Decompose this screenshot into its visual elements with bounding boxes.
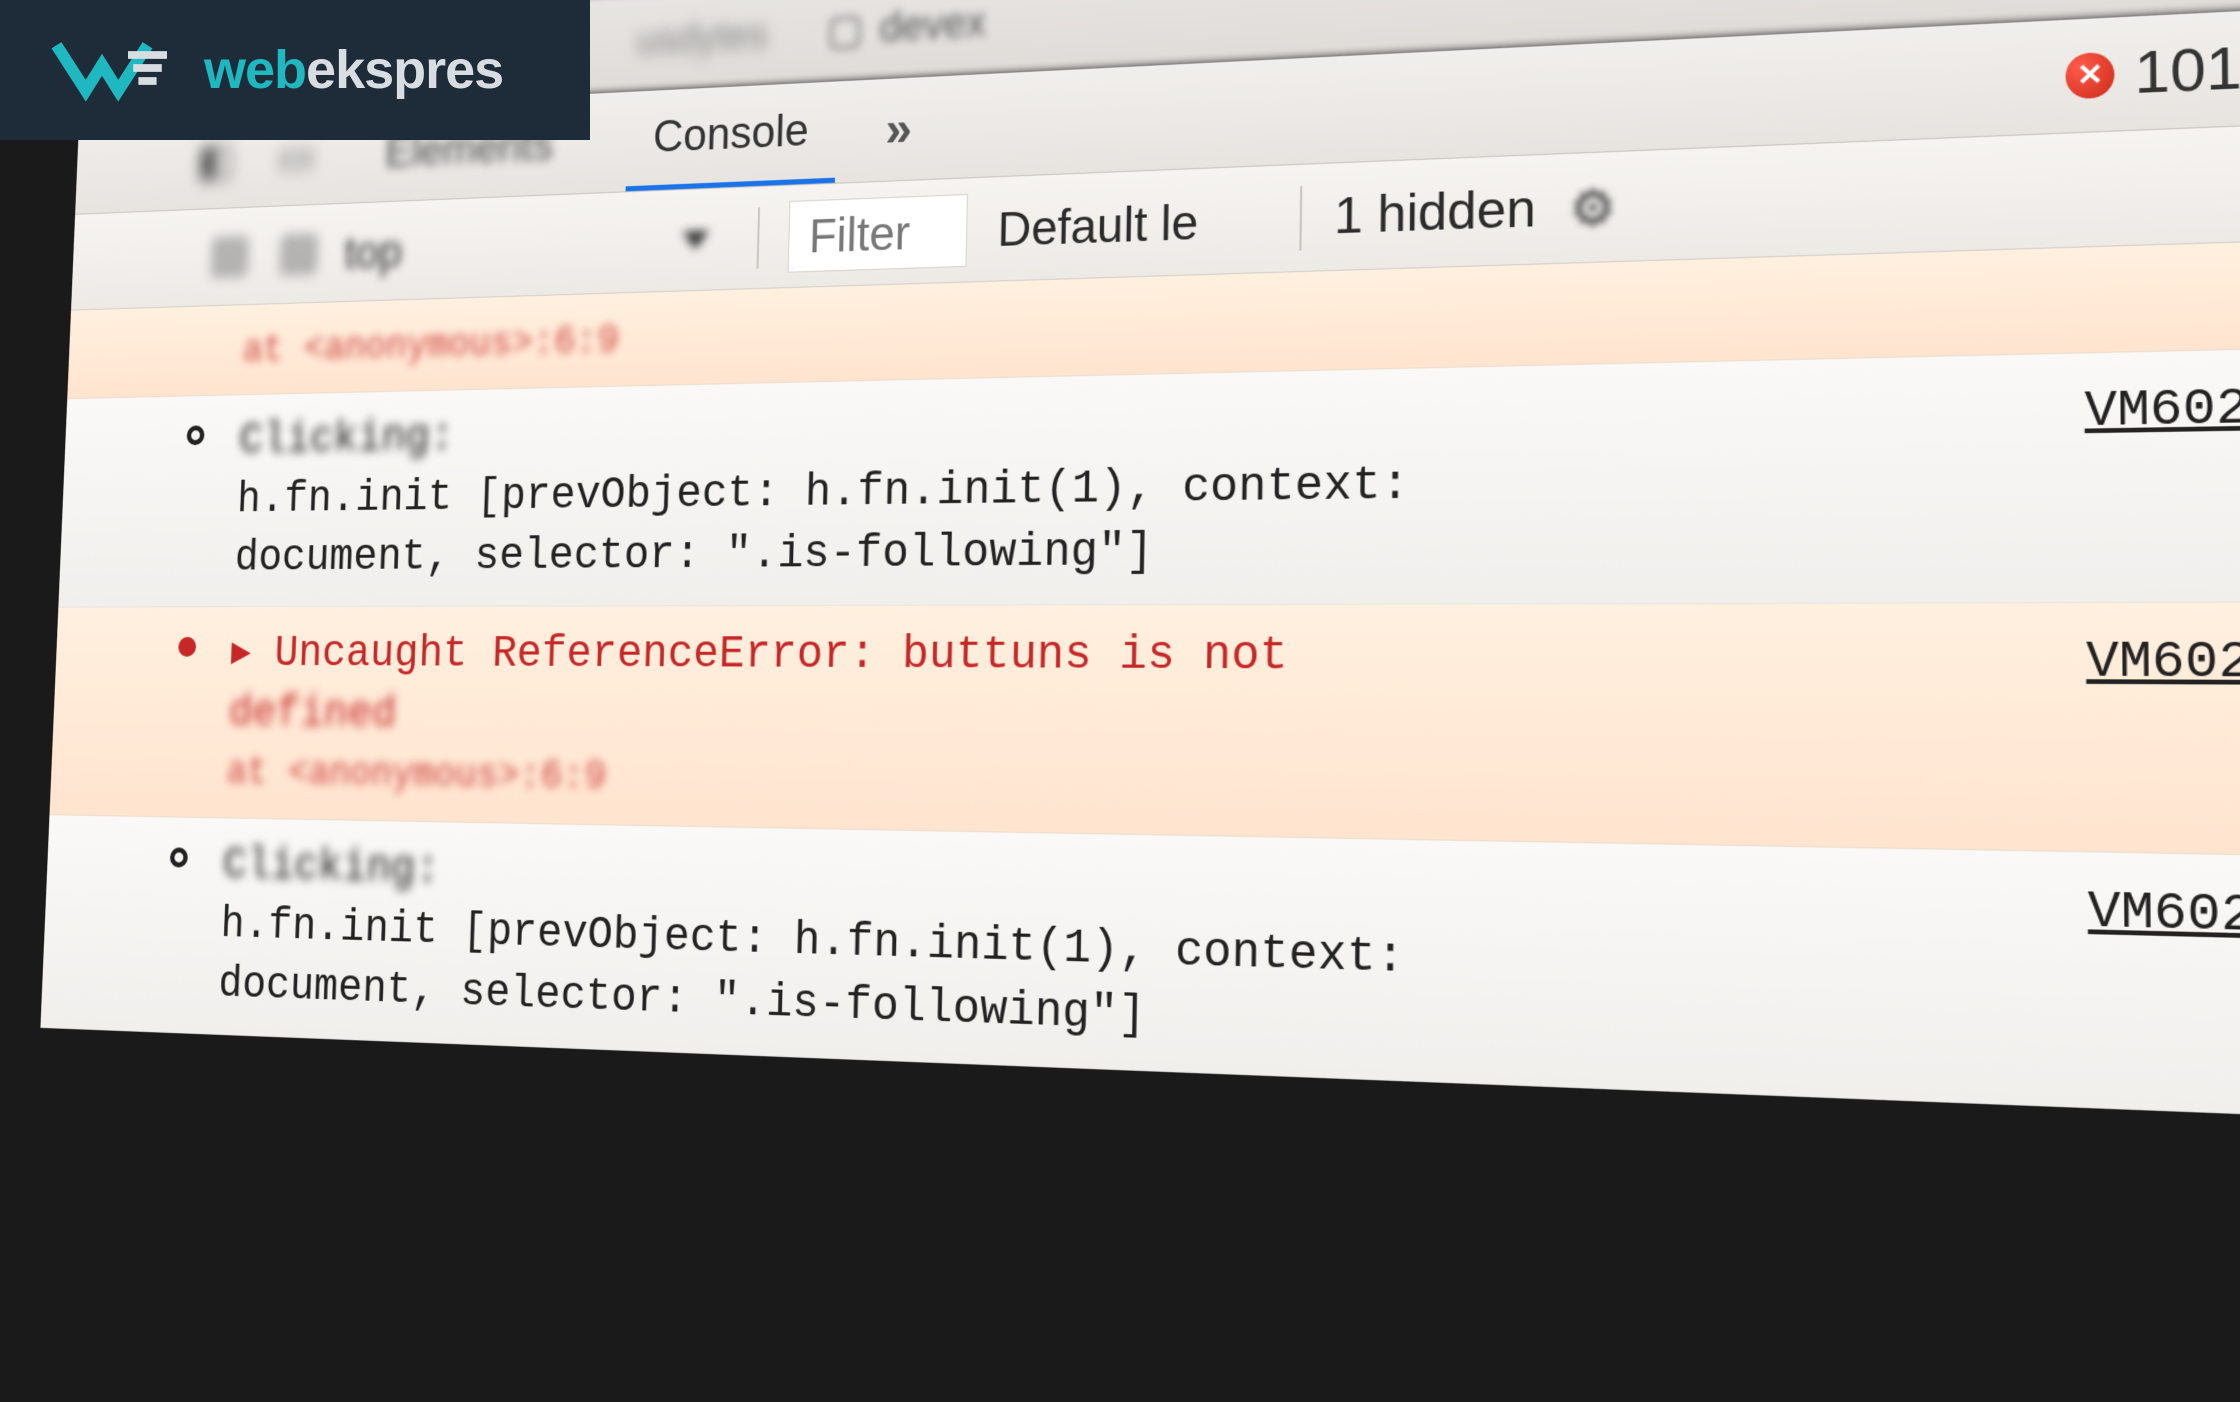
expand-icon[interactable] xyxy=(186,426,204,446)
file-icon: ▢ xyxy=(826,6,864,55)
bookmark-item[interactable]: usdytes xyxy=(636,12,769,64)
tab-console[interactable]: Console xyxy=(625,81,837,191)
console-output: at <anonymous>:6:9 VM6020:4 Clicking: h.… xyxy=(40,237,2240,1122)
context-select[interactable]: top xyxy=(343,211,729,279)
brand-logo-badge: webekspres xyxy=(0,0,590,140)
hidden-count[interactable]: 1 hidden xyxy=(1334,179,1536,246)
filter-input[interactable]: Filter xyxy=(788,193,968,272)
brand-text-ekspres: ekspres xyxy=(306,40,503,100)
brand-name: webekspres xyxy=(204,39,503,101)
inspect-icon[interactable]: ◧ xyxy=(197,135,235,186)
tab-label: Console xyxy=(652,105,809,163)
webekspres-logo-icon xyxy=(50,28,180,113)
bookmark-label: usdytes xyxy=(636,12,769,64)
filter-placeholder: Filter xyxy=(808,204,910,263)
error-count-badge[interactable]: ✕ 101 xyxy=(2066,34,2240,111)
error-icon: ✕ xyxy=(2066,51,2115,99)
brand-text-web: web xyxy=(204,40,306,100)
more-tabs-icon[interactable]: » xyxy=(885,100,913,158)
console-row-log[interactable]: VM6020:4 Clicking: h.fn.init [prevObject… xyxy=(40,815,2240,1122)
chevron-down-icon xyxy=(682,230,709,249)
gear-icon[interactable]: ⚙ xyxy=(1569,177,1616,238)
error-count: 101 xyxy=(2134,34,2240,108)
hidden-label: 1 hidden xyxy=(1334,180,1536,245)
brand-logo: webekspres xyxy=(50,28,503,113)
levels-value: Default le xyxy=(997,194,1199,256)
clear-console-icon[interactable] xyxy=(211,235,250,277)
context-value: top xyxy=(343,224,403,279)
source-link[interactable]: VM6020:6 xyxy=(2086,629,2240,700)
eye-icon[interactable] xyxy=(279,233,318,275)
bookmark-item[interactable]: ▢ devex xyxy=(826,0,986,54)
bookmark-label: devex xyxy=(879,0,986,51)
error-marker-icon xyxy=(178,637,196,657)
divider xyxy=(1299,186,1302,250)
divider xyxy=(757,207,761,268)
expand-icon[interactable] xyxy=(170,847,188,867)
log-levels-select[interactable]: Default le xyxy=(997,190,1268,257)
